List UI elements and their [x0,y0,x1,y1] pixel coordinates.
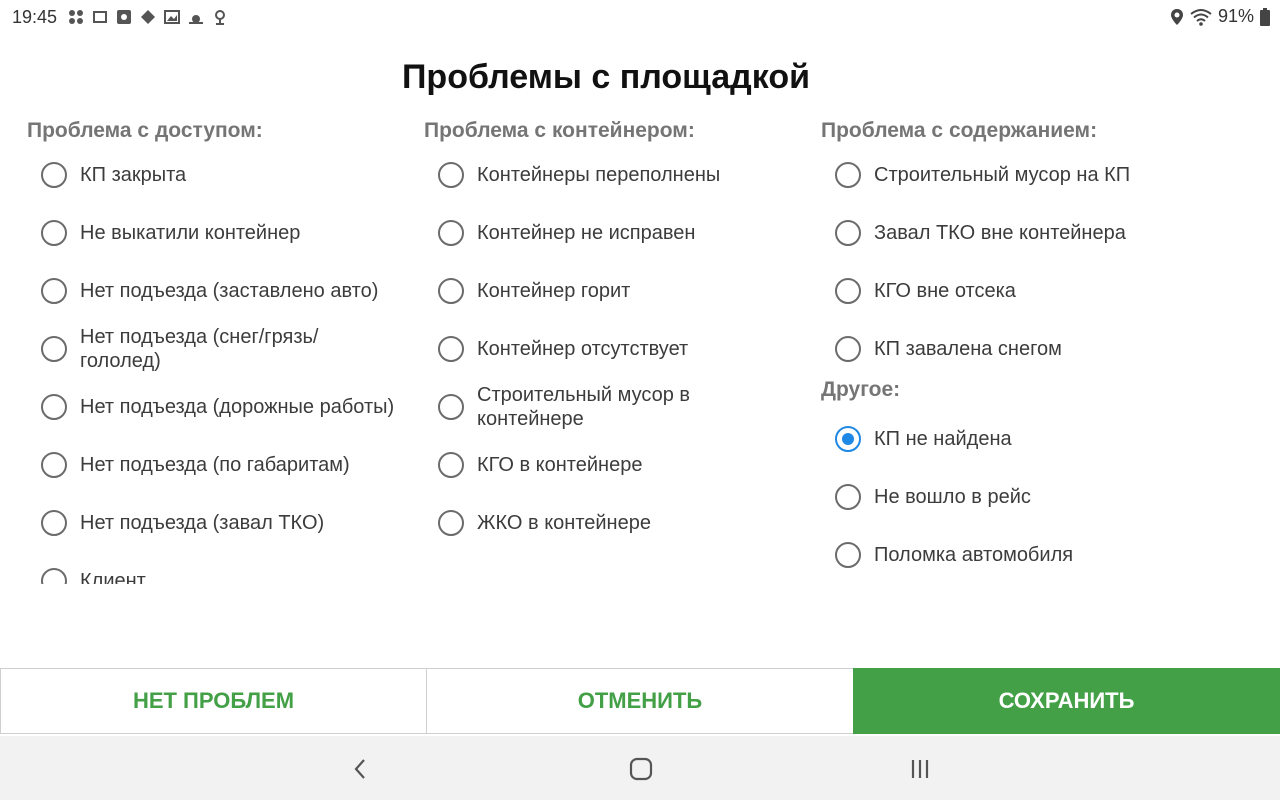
option-containers-full[interactable]: Контейнеры переполнены [424,146,794,204]
option-no-access-size[interactable]: Нет подъезда (по габаритам) [27,436,397,494]
wifi-icon [1190,8,1212,26]
option-kgo-outside[interactable]: КГО вне отсека [821,262,1191,320]
radio-button[interactable] [438,336,464,362]
back-icon[interactable] [345,754,375,784]
column-container: Проблема с контейнером: Контейнеры переп… [424,116,794,552]
status-bar: 19:45 91% [0,0,1280,34]
radio-button-selected[interactable] [835,426,861,452]
notification-icons [68,9,228,25]
option-zhko-in-container[interactable]: ЖКО в контейнере [424,494,794,552]
option-client[interactable]: Клиент [27,552,397,584]
radio-button[interactable] [438,220,464,246]
apps-icon [68,9,84,25]
location-icon [1170,8,1184,26]
battery-percent: 91% [1217,6,1254,26]
option-vehicle-breakdown[interactable]: Поломка автомобиля [821,526,1191,584]
option-container-missing[interactable]: Контейнер отсутствует [424,320,794,378]
option-kp-closed[interactable]: КП закрыта [27,146,397,204]
weather-icon [188,9,204,25]
action-bar: НЕТ ПРОБЛЕМ ОТМЕНИТЬ СОХРАНИТЬ [0,668,1280,736]
option-no-access-waste[interactable]: Нет подъезда (завал ТКО) [27,494,397,552]
option-kp-not-found[interactable]: КП не найдена [821,410,1191,468]
dialog-title: Проблемы с площадкой [401,58,811,96]
option-no-access-snow[interactable]: Нет подъезда (снег/грязь/гололед) [27,320,397,378]
option-container-broken[interactable]: Контейнер не исправен [424,204,794,262]
column-access: Проблема с доступом: [27,116,397,146]
access-options-list[interactable]: КП закрыта Не выкатили контейнер Нет под… [27,146,397,584]
radio-button[interactable] [835,162,861,188]
radio-button[interactable] [835,542,861,568]
cancel-button[interactable]: ОТМЕНИТЬ [426,668,854,734]
radio-button[interactable] [438,162,464,188]
status-time: 19:45 [12,7,58,27]
radio-button[interactable] [41,162,67,188]
diamond-icon [140,9,156,25]
option-kgo-in-container[interactable]: КГО в контейнере [424,436,794,494]
column-header-container: Проблема с контейнером: [424,119,695,142]
radio-button[interactable] [835,220,861,246]
no-problems-button[interactable]: НЕТ ПРОБЛЕМ [0,668,427,734]
radio-button[interactable] [41,220,67,246]
option-construction-waste-in-container[interactable]: Строительный мусор в контейнере [424,378,794,436]
option-not-in-trip[interactable]: Не вошло в рейс [821,468,1191,526]
option-tko-outside[interactable]: Завал ТКО вне контейнера [821,204,1191,262]
radio-button[interactable] [438,510,464,536]
system-nav-bar [0,736,1280,800]
notification-icon [92,9,108,25]
radio-button[interactable] [835,336,861,362]
recent-apps-icon[interactable] [905,754,935,784]
option-construction-waste-kp[interactable]: Строительный мусор на КП [821,146,1191,204]
location-pin-icon [212,9,228,25]
save-button[interactable]: СОХРАНИТЬ [853,668,1280,734]
radio-button[interactable] [41,568,67,584]
option-container-burning[interactable]: Контейнер горит [424,262,794,320]
radio-button[interactable] [438,278,464,304]
radio-button[interactable] [438,452,464,478]
column-maintenance: Проблема с содержанием: Строительный мус… [821,116,1191,584]
status-right: 91% [1170,6,1270,27]
option-no-access-car[interactable]: Нет подъезда (заставлено авто) [27,262,397,320]
image-icon [164,9,180,25]
battery-icon [1260,7,1270,26]
radio-button[interactable] [41,394,67,420]
option-container-not-rolled[interactable]: Не выкатили контейнер [27,204,397,262]
option-kp-snow[interactable]: КП завалена снегом [821,320,1191,378]
radio-button[interactable] [41,278,67,304]
radio-button[interactable] [438,394,464,420]
column-header-access: Проблема с доступом: [27,119,263,142]
home-icon[interactable] [626,754,656,784]
square-app-icon [116,9,132,25]
radio-button[interactable] [41,452,67,478]
radio-button[interactable] [41,510,67,536]
radio-button[interactable] [835,278,861,304]
option-no-access-roadworks[interactable]: Нет подъезда (дорожные работы) [27,378,397,436]
radio-button[interactable] [835,484,861,510]
column-header-maintenance: Проблема с содержанием: [821,119,1098,142]
radio-button[interactable] [41,336,67,362]
